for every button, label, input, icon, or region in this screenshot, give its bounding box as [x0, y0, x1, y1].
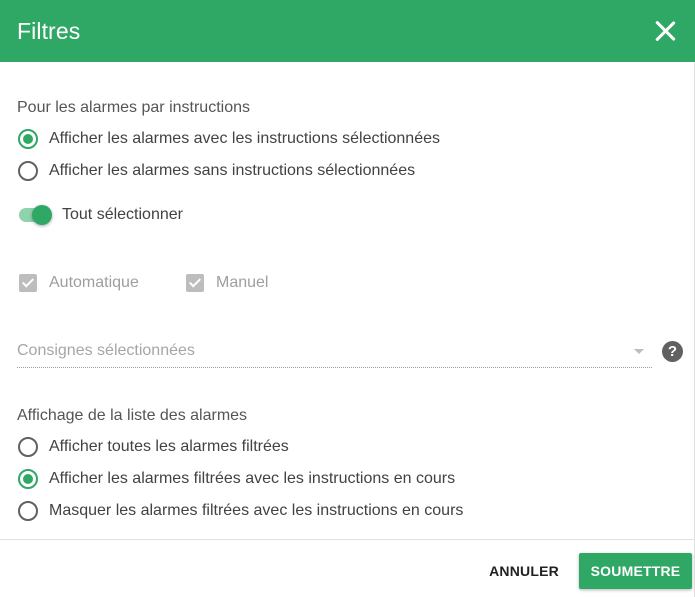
radio-show-all[interactable]: Afficher toutes les alarmes filtrées — [18, 435, 289, 459]
filters-dialog: Filtres Pour les alarmes par instruction… — [0, 0, 695, 597]
checkbox-automatique[interactable]: Automatique — [19, 271, 139, 295]
toggle-switch[interactable] — [18, 205, 52, 225]
radio-with-instructions[interactable]: Afficher les alarmes avec les instructio… — [18, 127, 440, 151]
radio-label: Afficher les alarmes avec les instructio… — [49, 130, 440, 147]
instructions-section-label: Pour les alarmes par instructions — [17, 99, 250, 116]
dropdown-arrow-icon[interactable] — [634, 348, 644, 354]
checkbox-checked-icon[interactable] — [186, 274, 204, 292]
select-all-label: Tout sélectionner — [62, 206, 183, 223]
consignes-select[interactable]: Consignes sélectionnées — [17, 335, 652, 368]
radio-unchecked-icon[interactable] — [18, 437, 38, 457]
radio-checked-icon[interactable] — [18, 129, 38, 149]
select-placeholder: Consignes sélectionnées — [17, 342, 195, 359]
radio-without-instructions[interactable]: Afficher les alarmes sans instructions s… — [18, 159, 415, 183]
display-section-label: Affichage de la liste des alarmes — [17, 407, 248, 424]
radio-hide-in-progress[interactable]: Masquer les alarmes filtrées avec les in… — [18, 499, 463, 523]
checkbox-checked-icon[interactable] — [19, 274, 37, 292]
radio-label: Afficher les alarmes filtrées avec les i… — [49, 470, 456, 487]
dialog-title: Filtres — [17, 17, 81, 44]
dialog-header: Filtres — [0, 0, 695, 62]
radio-label: Afficher les alarmes sans instructions s… — [49, 162, 416, 179]
checkbox-manuel[interactable]: Manuel — [186, 271, 268, 295]
checkbox-label: Manuel — [216, 274, 269, 291]
radio-label: Afficher toutes les alarmes filtrées — [49, 438, 289, 455]
radio-label: Masquer les alarmes filtrées avec les in… — [49, 502, 464, 519]
radio-checked-icon[interactable] — [18, 469, 38, 489]
checkbox-label: Automatique — [49, 274, 139, 291]
toggle-thumb[interactable] — [32, 205, 52, 225]
help-icon[interactable]: ? — [662, 341, 683, 362]
close-icon[interactable] — [651, 17, 679, 45]
radio-show-in-progress[interactable]: Afficher les alarmes filtrées avec les i… — [18, 467, 455, 491]
select-all-toggle[interactable]: Tout sélectionner — [18, 203, 183, 227]
submit-button[interactable]: SOUMETTRE — [579, 553, 692, 589]
dialog-footer: ANNULER SOUMETTRE — [0, 539, 695, 597]
radio-unchecked-icon[interactable] — [18, 161, 38, 181]
cancel-button[interactable]: ANNULER — [482, 553, 566, 589]
dialog-content: Pour les alarmes par instructions Affich… — [0, 62, 695, 539]
radio-unchecked-icon[interactable] — [18, 501, 38, 521]
